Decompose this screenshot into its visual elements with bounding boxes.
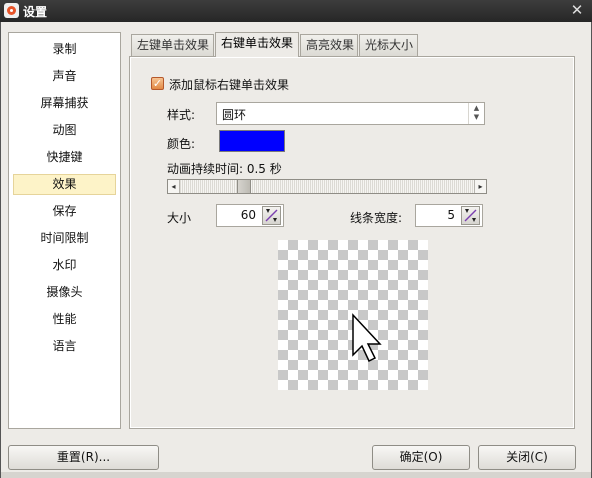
title-bar: 设置 ✕ bbox=[0, 0, 592, 22]
select-arrows-icon: ▲ ▼ bbox=[468, 103, 484, 124]
tab-highlight-effect[interactable]: 高亮效果 bbox=[300, 34, 358, 56]
sidebar-item-webcam[interactable]: 摄像头 bbox=[13, 282, 116, 303]
sidebar-item-language[interactable]: 语言 bbox=[13, 336, 116, 357]
tab-right-click-effect[interactable]: 右键单击效果 bbox=[215, 32, 299, 57]
tab-panel: ✓ 添加鼠标右键单击效果 样式: 圆环 ▲ ▼ 颜色: 动画持续时间: 0.5 秒… bbox=[129, 56, 575, 429]
sidebar-item-watermark[interactable]: 水印 bbox=[13, 255, 116, 276]
sidebar-item-gif[interactable]: 动图 bbox=[13, 120, 116, 141]
ok-button[interactable]: 确定(O) bbox=[372, 445, 470, 470]
window-title: 设置 bbox=[23, 5, 48, 19]
close-button[interactable]: 关闭(C) bbox=[478, 445, 576, 470]
settings-category-list: 录制 声音 屏幕捕获 动图 快捷键 效果 保存 时间限制 水印 摄像头 性能 语… bbox=[8, 32, 121, 429]
cursor-arrow-icon bbox=[352, 313, 382, 363]
duration-label: 动画持续时间: 0.5 秒 bbox=[167, 162, 282, 176]
size-spinbox[interactable]: 60 bbox=[216, 204, 284, 227]
line-width-spin-button[interactable] bbox=[461, 206, 480, 225]
size-spin-button[interactable] bbox=[262, 206, 281, 225]
sidebar-item-screen-capture[interactable]: 屏幕捕获 bbox=[13, 93, 116, 114]
effect-preview bbox=[278, 240, 428, 390]
sidebar-item-effects[interactable]: 效果 bbox=[13, 174, 116, 195]
color-label: 颜色: bbox=[167, 137, 196, 151]
enable-right-click-label: 添加鼠标右键单击效果 bbox=[169, 78, 290, 92]
spin-arrows-icon bbox=[265, 209, 278, 222]
sidebar-item-save[interactable]: 保存 bbox=[13, 201, 116, 222]
line-width-value: 5 bbox=[447, 208, 455, 222]
spin-arrows-icon bbox=[464, 209, 477, 222]
window-close-icon[interactable]: ✕ bbox=[568, 1, 586, 19]
slider-left-arrow-icon[interactable]: ◂ bbox=[168, 180, 180, 193]
slider-right-arrow-icon[interactable]: ▸ bbox=[474, 180, 486, 193]
style-label: 样式: bbox=[167, 108, 196, 122]
size-label: 大小 bbox=[167, 211, 192, 225]
sidebar-item-time-limit[interactable]: 时间限制 bbox=[13, 228, 116, 249]
duration-slider[interactable]: ◂ ▸ bbox=[167, 179, 487, 194]
color-swatch[interactable] bbox=[219, 130, 285, 152]
line-width-spinbox[interactable]: 5 bbox=[415, 204, 483, 227]
sidebar-item-performance[interactable]: 性能 bbox=[13, 309, 116, 330]
slider-thumb[interactable] bbox=[236, 180, 251, 193]
sidebar-item-sound[interactable]: 声音 bbox=[13, 66, 116, 87]
sidebar-item-hotkeys[interactable]: 快捷键 bbox=[13, 147, 116, 168]
sidebar-item-record[interactable]: 录制 bbox=[13, 39, 116, 60]
dialog-body: 录制 声音 屏幕捕获 动图 快捷键 效果 保存 时间限制 水印 摄像头 性能 语… bbox=[0, 22, 592, 478]
size-value: 60 bbox=[240, 208, 256, 222]
reset-button[interactable]: 重置(R)... bbox=[8, 445, 159, 470]
enable-right-click-checkbox[interactable]: ✓ bbox=[151, 77, 164, 90]
style-select-value: 圆环 bbox=[222, 108, 247, 122]
tab-left-click-effect[interactable]: 左键单击效果 bbox=[131, 34, 214, 56]
app-icon bbox=[4, 3, 19, 18]
line-width-label: 线条宽度: bbox=[350, 211, 403, 225]
style-select[interactable]: 圆环 ▲ ▼ bbox=[216, 102, 485, 125]
tab-cursor-size[interactable]: 光标大小 bbox=[359, 34, 418, 56]
